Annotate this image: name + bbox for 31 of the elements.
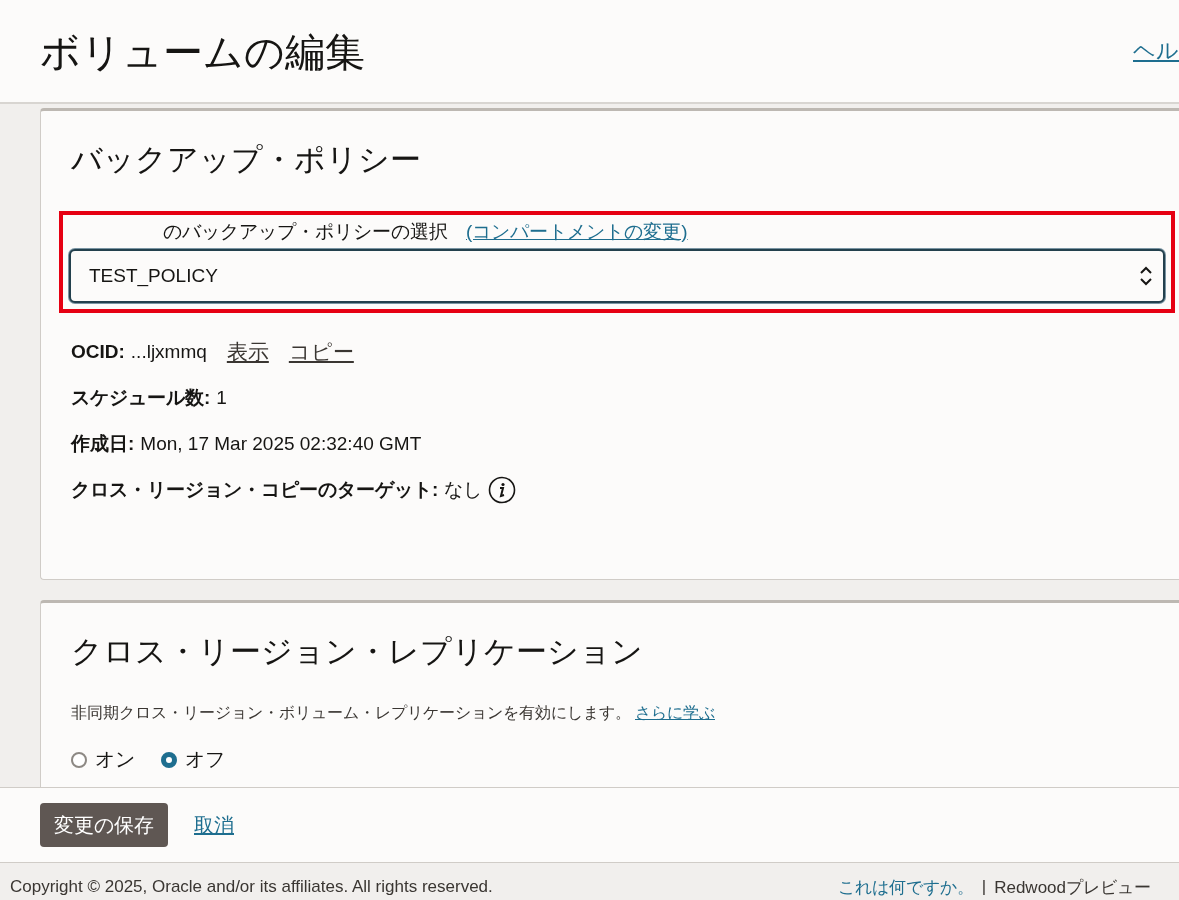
detail-link[interactable]: コピー	[288, 338, 354, 366]
detail-label: クロス・リージョン・コピーのターゲット:	[71, 478, 439, 502]
radio-button[interactable]	[71, 751, 87, 768]
separator-text: |	[981, 877, 987, 897]
copyright-text: Copyright © 2025, Oracle and/or its affiliates. All rights reserved.	[10, 877, 493, 897]
description-text: 非同期クロス・リージョン・ボリューム・レプリケーションを有効にします。	[71, 704, 631, 721]
info-icon[interactable]	[488, 476, 517, 504]
radio-option[interactable]: オン	[71, 746, 135, 773]
cancel-link[interactable]: 取消	[194, 811, 234, 839]
detail-value: Mon, 17 Mar 2025 02:32:40 GMT	[140, 433, 422, 455]
change-compartment-link[interactable]: (コンパートメントの変更)	[466, 219, 688, 245]
radio-option[interactable]: オフ	[161, 746, 225, 773]
detail-value: なし	[444, 478, 483, 502]
up-down-chevron-icon	[1139, 265, 1153, 287]
detail-label: 作成日:	[71, 432, 135, 456]
detail-value: 1	[216, 387, 227, 409]
section-title: バックアップ・ポリシー	[71, 141, 422, 179]
policy-select[interactable]: TEST_POLICY	[69, 249, 1165, 303]
learn-more-link[interactable]: さらに学ぶ	[635, 704, 715, 721]
footer-link[interactable]: これは何ですか。	[837, 875, 974, 899]
detail-link[interactable]: 表示	[226, 338, 269, 366]
footer-link[interactable]: Redwoodプレビュー	[994, 875, 1151, 899]
field-label: のバックアップ・ポリシーの選択	[163, 220, 448, 244]
detail-label: スケジュール数:	[71, 386, 211, 410]
radio-button[interactable]	[161, 751, 177, 768]
section-title: クロス・リージョン・レプリケーション	[71, 633, 644, 671]
detail-label: OCID:	[71, 341, 125, 363]
save-button[interactable]: 変更の保存	[40, 803, 168, 847]
page-title: ボリュームの編集	[40, 28, 365, 76]
detail-value: ...ljxmmq	[130, 341, 207, 363]
help-link[interactable]: ヘル	[1133, 36, 1179, 66]
